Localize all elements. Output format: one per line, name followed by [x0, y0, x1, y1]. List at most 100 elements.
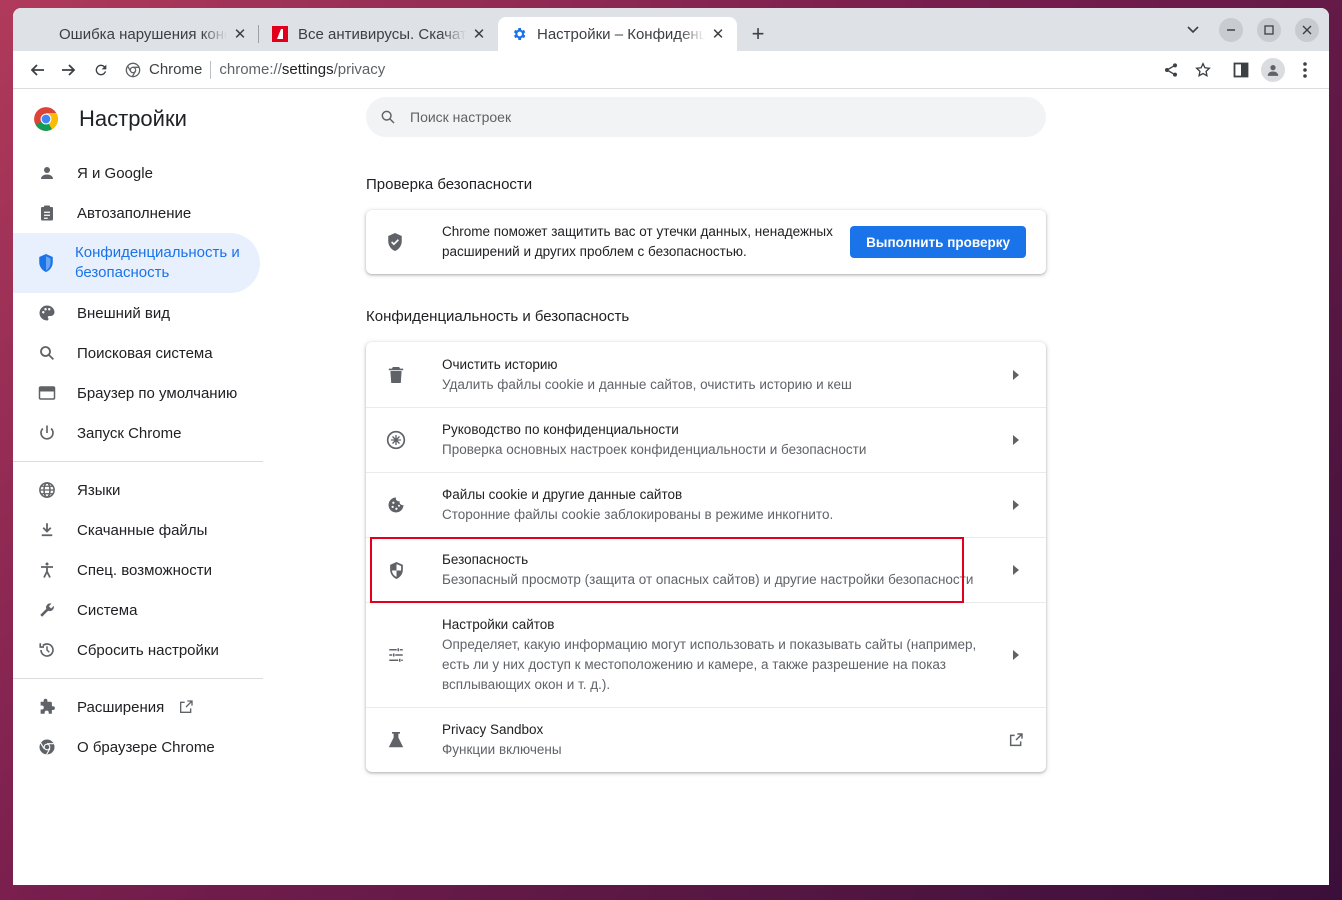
tab-title: Все антивирусы. Скачать — [298, 25, 466, 43]
sidebar-item-autofill[interactable]: Автозаполнение — [13, 193, 263, 233]
sidebar-item-reset[interactable]: Сбросить настройки — [13, 630, 263, 670]
row-privacy-sandbox[interactable]: Privacy Sandbox Функции включены — [366, 707, 1046, 772]
sidebar-item-about-chrome[interactable]: О браузере Chrome — [13, 727, 263, 767]
sidebar-item-you-and-google[interactable]: Я и Google — [13, 153, 263, 193]
privacy-card: Очистить историю Удалить файлы cookie и … — [366, 342, 1046, 772]
reload-icon — [95, 64, 107, 75]
sidebar-divider — [13, 678, 263, 679]
sidebar-item-label: О браузере Chrome — [77, 738, 215, 756]
close-icon[interactable]: ✕ — [709, 25, 727, 43]
maximize-button[interactable] — [1257, 18, 1281, 42]
row-title: Настройки сайтов — [442, 617, 555, 632]
reload-button[interactable] — [85, 54, 117, 86]
bookmark-button[interactable] — [1187, 54, 1219, 86]
security-shield-icon — [386, 561, 406, 580]
sidebar-item-label: Внешний вид — [77, 304, 170, 322]
search-icon — [380, 109, 396, 125]
globe-icon — [37, 480, 57, 500]
address-bar[interactable]: Chrome chrome://settings/privacy — [125, 55, 1155, 85]
sidebar-item-system[interactable]: Система — [13, 590, 263, 630]
row-text: Безопасность Безопасный просмотр (защита… — [442, 550, 1006, 590]
sidebar-item-label: Я и Google — [77, 164, 153, 182]
row-text: Файлы cookie и другие данные сайтов Стор… — [442, 485, 1006, 525]
puzzle-icon — [37, 697, 57, 717]
arrow-right-icon — [1006, 650, 1026, 660]
arrow-right-icon — [1006, 369, 1026, 380]
tab-privacy-error[interactable]: Ошибка нарушения конфиденциальности ✕ — [20, 17, 259, 51]
clipboard-icon — [37, 203, 57, 223]
row-subtitle: Определяет, какую информацию могут испол… — [442, 637, 977, 692]
sidebar-item-on-startup[interactable]: Запуск Chrome — [13, 413, 263, 453]
sidebar-item-appearance[interactable]: Внешний вид — [13, 293, 263, 333]
chrome-logo-icon — [34, 107, 58, 131]
shield-icon — [37, 253, 55, 273]
kebab-menu-icon — [1303, 61, 1307, 78]
row-subtitle: Удалить файлы cookie и данные сайтов, оч… — [442, 376, 852, 392]
row-text: Руководство по конфиденциальности Провер… — [442, 420, 1006, 460]
avatar-icon — [1261, 57, 1285, 82]
sidebar-item-label: Скачанные файлы — [77, 521, 208, 539]
close-icon[interactable]: ✕ — [231, 25, 249, 43]
close-icon[interactable]: ✕ — [470, 25, 488, 43]
minimize-button[interactable] — [1219, 18, 1243, 42]
new-tab-button[interactable]: + — [743, 19, 773, 49]
browser-window: Ошибка нарушения конфиденциальности ✕ Вс… — [13, 8, 1329, 885]
row-security[interactable]: Безопасность Безопасный просмотр (защита… — [366, 537, 1046, 602]
url-path: /privacy — [333, 61, 386, 78]
forward-arrow-icon — [62, 63, 76, 76]
close-window-button[interactable] — [1295, 18, 1319, 42]
accessibility-icon — [37, 560, 57, 580]
menu-button[interactable] — [1289, 54, 1321, 86]
row-site-settings[interactable]: Настройки сайтов Определяет, какую инфор… — [366, 602, 1046, 707]
row-subtitle: Проверка основных настроек конфиденциаль… — [442, 442, 867, 457]
tab-title: Настройки – Конфиденциальность — [537, 25, 705, 43]
wrench-icon — [37, 600, 57, 620]
tab-antivirus[interactable]: Все антивирусы. Скачать ✕ — [259, 17, 498, 51]
window-controls — [1181, 18, 1319, 42]
back-button[interactable] — [21, 54, 53, 86]
row-cookies[interactable]: Файлы cookie и другие данные сайтов Стор… — [366, 472, 1046, 537]
row-title: Очистить историю — [442, 356, 558, 372]
site-info-chip[interactable]: Chrome — [125, 60, 212, 79]
row-subtitle: Сторонние файлы cookie заблокированы в р… — [442, 507, 834, 522]
profile-button[interactable] — [1257, 54, 1289, 86]
row-title: Privacy Sandbox — [442, 722, 544, 737]
cookie-icon — [386, 496, 406, 514]
browser-toolbar: Chrome chrome://settings/privacy — [13, 51, 1329, 89]
open-in-new-icon — [178, 699, 194, 715]
forward-button[interactable] — [53, 54, 85, 86]
site-chip-label: Chrome — [149, 61, 203, 78]
sidebar-item-accessibility[interactable]: Спец. возможности — [13, 550, 263, 590]
sidebar-item-default-browser[interactable]: Браузер по умолчанию — [13, 373, 263, 413]
sidebar-item-search-engine[interactable]: Поисковая система — [13, 333, 263, 373]
sidebar-item-label: Расширения — [77, 698, 165, 716]
trash-icon — [386, 366, 406, 384]
sidebar-item-label: Поисковая система — [77, 344, 213, 362]
tab-search-chevron-icon[interactable] — [1181, 18, 1205, 42]
antivirus-favicon-icon — [272, 26, 288, 42]
restore-icon — [37, 640, 57, 660]
url-text: chrome://settings/privacy — [219, 61, 385, 78]
sidebar-item-label: Сбросить настройки — [77, 641, 219, 659]
row-text: Очистить историю Удалить файлы cookie и … — [442, 355, 1006, 395]
sidebar-item-languages[interactable]: Языки — [13, 470, 263, 510]
row-clear-history[interactable]: Очистить историю Удалить файлы cookie и … — [366, 342, 1046, 407]
search-icon — [37, 343, 57, 363]
sidebar-item-extensions[interactable]: Расширения — [13, 687, 263, 727]
shield-check-icon — [386, 232, 406, 252]
sidebar-item-downloads[interactable]: Скачанные файлы — [13, 510, 263, 550]
flask-icon — [386, 731, 406, 749]
side-panel-button[interactable] — [1225, 54, 1257, 86]
row-privacy-guide[interactable]: Руководство по конфиденциальности Провер… — [366, 407, 1046, 472]
settings-search-input[interactable]: Поиск настроек — [366, 97, 1046, 137]
browser-icon — [37, 383, 57, 403]
tab-settings[interactable]: Настройки – Конфиденциальность ✕ — [498, 17, 737, 51]
safety-check-heading: Проверка безопасности — [366, 176, 533, 193]
sidebar-item-label: Браузер по умолчанию — [77, 384, 238, 402]
sidebar-item-privacy[interactable]: Конфиденциальность и безопасность — [13, 233, 260, 293]
power-icon — [37, 423, 57, 443]
share-button[interactable] — [1155, 54, 1187, 86]
sidebar-item-label: Языки — [77, 481, 121, 499]
url-scheme: chrome:// — [219, 61, 282, 78]
run-safety-check-button[interactable]: Выполнить проверку — [850, 226, 1026, 258]
